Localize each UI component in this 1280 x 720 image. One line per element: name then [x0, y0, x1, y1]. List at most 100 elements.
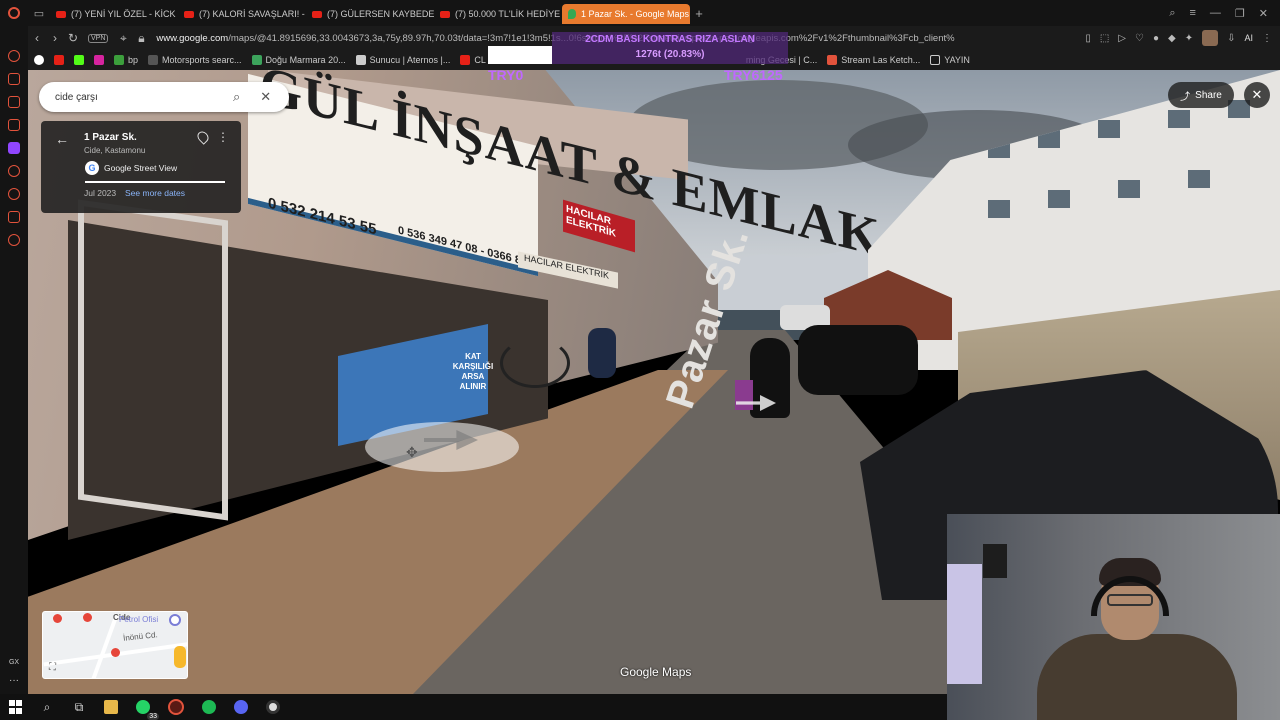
vpn-circle-icon[interactable]: ● — [1153, 33, 1159, 44]
kebab-icon[interactable]: ⋮ — [1262, 33, 1272, 44]
streamer-shirt — [1037, 634, 1237, 720]
lock-icon[interactable]: 🔒︎ — [132, 31, 150, 46]
map-pin[interactable] — [53, 614, 62, 623]
whatsapp-icon[interactable]: 33 — [136, 700, 159, 720]
street-view-cursor[interactable] — [365, 422, 519, 472]
aternos-icon — [355, 55, 366, 65]
kebab-menu-icon[interactable]: ⋮ — [217, 130, 229, 144]
file-explorer-icon[interactable] — [104, 700, 118, 714]
search-tabs-icon[interactable]: ⌕ — [1169, 7, 1175, 20]
opera-logo-icon[interactable] — [0, 0, 28, 26]
bookmark-stream-las[interactable]: Stream Las Ketch... — [827, 55, 920, 65]
player-icon[interactable] — [8, 165, 20, 177]
opera-gx-icon[interactable] — [168, 699, 184, 715]
snapshot-icon[interactable]: ⬚ — [1100, 33, 1109, 44]
stream-icon — [827, 55, 838, 65]
discord-icon[interactable] — [234, 700, 248, 714]
opera-sidebar: GX ··· — [0, 26, 28, 694]
music-icon[interactable] — [8, 119, 20, 131]
see-more-dates-link[interactable]: See more dates — [125, 188, 185, 198]
play-icon[interactable]: ▷ — [1118, 33, 1126, 44]
vpn-badge[interactable]: VPN — [88, 33, 109, 43]
bookmark-dogu-marmara[interactable]: Doğu Marmara 20... — [251, 55, 346, 65]
bookmark-aternos[interactable]: Sunucu | Aternos |... — [355, 55, 450, 65]
forward-icon[interactable]: › — [46, 31, 64, 45]
pin-icon[interactable] — [195, 129, 211, 145]
twitch-icon[interactable] — [8, 142, 20, 154]
location-icon[interactable]: ⌖ — [114, 31, 132, 46]
profile-avatar[interactable] — [1202, 30, 1219, 46]
diamond-icon[interactable]: ◆ — [1168, 33, 1176, 44]
messenger-icon[interactable] — [8, 50, 20, 62]
kick-icon — [74, 55, 84, 65]
tab-google-maps[interactable]: 1 Pazar Sk. - Google Maps — [562, 4, 690, 24]
webcam-feed — [947, 514, 1280, 720]
puzzle-icon[interactable]: ✦ — [1185, 33, 1193, 44]
bookmark-google[interactable] — [34, 55, 44, 65]
share-button[interactable]: ⤴ Share — [1168, 82, 1234, 108]
obs-icon[interactable] — [266, 700, 280, 714]
task-view-icon[interactable]: ⧉ — [72, 700, 86, 714]
aria-ai-button[interactable]: AI — [1244, 33, 1253, 43]
window — [1098, 120, 1120, 138]
more-icon[interactable]: ··· — [9, 675, 19, 686]
minimize-icon[interactable]: — — [1210, 7, 1221, 20]
close-street-view-button[interactable]: ✕ — [1244, 82, 1270, 108]
search-icon[interactable]: ⌕ — [40, 700, 54, 714]
window — [1048, 190, 1070, 208]
back-arrow-icon[interactable]: ← — [55, 131, 69, 147]
tab-youtube-1[interactable]: (7) YENİ YIL ÖZEL - KİCK Y — [50, 4, 178, 24]
history-icon[interactable] — [8, 188, 20, 200]
bookmark-label: Stream Las Ketch... — [841, 55, 921, 65]
search-icon[interactable]: ⌕ — [233, 89, 240, 105]
donation-start-amount: TRY0 — [488, 67, 524, 83]
bookmark-motorsports[interactable]: Motorsports searc... — [148, 55, 242, 65]
reload-icon[interactable]: ↻ — [64, 31, 82, 45]
youtube-icon — [440, 10, 450, 18]
workspaces-icon[interactable] — [8, 96, 20, 108]
bookmark-kick[interactable] — [74, 55, 84, 65]
settings-icon[interactable] — [8, 234, 20, 246]
bookmark-icon[interactable]: ▯ — [1085, 33, 1091, 44]
share-label: Share — [1195, 89, 1222, 101]
download-icon[interactable]: ⇩ — [1227, 33, 1235, 44]
move-cursor-icon: ✥ — [406, 444, 418, 460]
map-pin[interactable] — [83, 613, 92, 622]
heart-icon[interactable]: ♡ — [1135, 33, 1144, 44]
donation-goal-progress: 1276t (20.83%) — [635, 49, 705, 60]
maximize-icon[interactable]: ❐ — [1235, 7, 1245, 20]
gx-icon[interactable]: GX — [9, 659, 19, 666]
bookmark-instagram[interactable] — [94, 55, 104, 65]
pegman-icon[interactable] — [174, 646, 186, 668]
petrol-station-pin[interactable] — [169, 614, 181, 626]
address-actions: ▯ ⬚ ▷ ♡ ● ◆ ✦ ⇩ AI ⋮ — [1085, 30, 1280, 46]
search-input[interactable] — [55, 91, 225, 103]
bookmark-cl[interactable]: CL — [460, 55, 486, 65]
close-window-icon[interactable]: ✕ — [1259, 7, 1268, 20]
map-pin[interactable] — [111, 648, 120, 657]
extensions-icon[interactable] — [8, 211, 20, 223]
clear-search-icon[interactable]: ✕ — [260, 89, 271, 105]
bookmark-bp[interactable]: bp — [114, 55, 138, 65]
new-tab-button[interactable]: + — [690, 6, 708, 21]
source-label: Google Street View — [104, 163, 178, 173]
tab-bar: ▭ (7) YENİ YIL ÖZEL - KİCK Y (7) KALORİ … — [0, 0, 1280, 26]
windows-start-icon[interactable] — [8, 700, 22, 714]
bookmark-label: bp — [128, 55, 139, 65]
expand-map-icon[interactable]: ⛶ — [49, 662, 56, 673]
youtube-icon — [460, 55, 471, 65]
aria-icon[interactable] — [8, 73, 20, 85]
menu-icon[interactable]: ≡ — [1189, 7, 1195, 20]
spotify-icon[interactable] — [202, 700, 216, 714]
mini-map[interactable]: Cide Petrol Ofisi İnönü Cd. ⛶ — [42, 611, 188, 679]
tab-menu-icon[interactable]: ▭ — [28, 0, 50, 26]
tab-youtube-3[interactable]: (7) GÜLERSEN KAYBEDER — [306, 4, 434, 24]
window — [988, 200, 1010, 218]
back-icon[interactable]: ‹ — [28, 31, 46, 45]
tab-youtube-4[interactable]: (7) 50.000 TL'LİK HEDİYE — [434, 4, 562, 24]
tab-label: (7) YENİ YIL ÖZEL - KİCK Y — [71, 9, 178, 19]
tab-youtube-2[interactable]: (7) KALORİ SAVAŞLARI! - — [178, 4, 306, 24]
bookmark-folder-yayin[interactable]: YAYIN — [930, 55, 970, 65]
tab-label: (7) KALORİ SAVAŞLARI! - — [199, 9, 305, 19]
bookmark-youtube[interactable] — [54, 55, 64, 65]
